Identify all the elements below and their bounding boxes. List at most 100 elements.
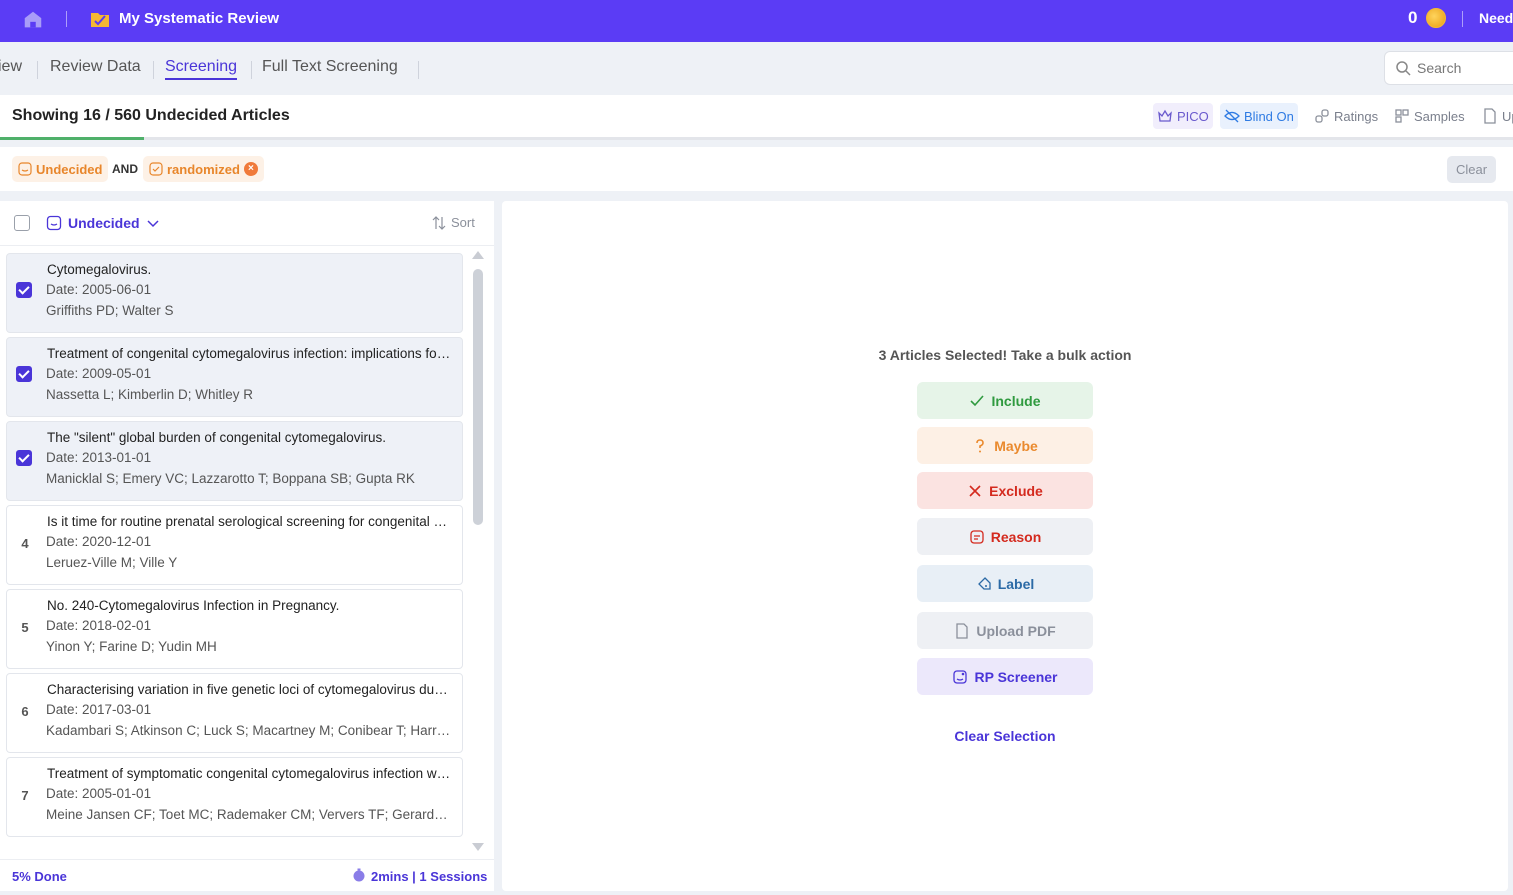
clear-selection-link[interactable]: Clear Selection [502,728,1508,744]
samples-button[interactable]: Samples [1390,103,1469,129]
tag-icon [977,576,991,590]
upload-button[interactable]: Up [1478,103,1513,129]
article-title[interactable]: The "silent" global burden of congenital… [47,430,452,445]
article-date: Date: 2009-05-01 [46,366,152,381]
reason-button[interactable]: Reason [917,518,1093,555]
filter-bar: Undecided AND randomized × Clear [0,147,1513,191]
article-authors: Manicklal S; Emery VC; Lazzarotto T; Bop… [46,471,415,486]
top-bar: My Systematic Review 0 Need [0,0,1513,42]
coin-icon [1426,8,1446,28]
article-title[interactable]: Characterising variation in five genetic… [47,682,452,697]
ratings-button[interactable]: Ratings [1310,103,1382,129]
search-input[interactable]: Search [1417,60,1461,76]
divider [1462,11,1463,27]
list-footer: 5% Done 2mins | 1 Sessions [0,859,494,891]
tab-full-text-screening[interactable]: Full Text Screening [262,58,398,76]
list-item[interactable]: Treatment of congenital cytomegalovirus … [6,337,463,417]
article-date: Date: 2017-03-01 [46,702,152,717]
article-authors: Yinon Y; Farine D; Yudin MH [46,639,217,654]
article-title[interactable]: No. 240-Cytomegalovirus Infection in Pre… [47,598,452,613]
question-icon [976,438,985,452]
article-checkbox[interactable] [16,366,32,382]
filter-joiner: AND [112,162,138,176]
progress-done-text: 5% Done [12,869,67,884]
pdf-icon [1484,108,1496,124]
pico-label: PICO [1177,108,1209,124]
close-icon [969,484,981,497]
session-time-text: 2mins | 1 Sessions [371,869,488,884]
pdf-icon [956,622,968,639]
progress-fill [0,137,144,140]
include-label: Include [991,392,1041,409]
sort-button[interactable]: Sort [451,215,475,230]
divider [153,61,154,79]
tab-screening[interactable]: Screening [165,58,238,80]
tab-review-data[interactable]: Review Data [50,58,141,76]
article-count: Showing 16 / 560 Undecided Articles [12,107,290,124]
ratings-label: Ratings [1334,108,1379,124]
scrollbar[interactable] [472,251,484,851]
maybe-label: Maybe [994,437,1038,454]
bulk-action-panel: 3 Articles Selected! Take a bulk action … [502,201,1508,891]
check-icon [149,162,163,176]
chevron-down-icon[interactable] [145,215,161,231]
label-button[interactable]: Label [917,565,1093,602]
select-all-checkbox[interactable] [14,215,30,231]
rp-screener-button[interactable]: RP Screener [917,658,1093,695]
divider [37,61,38,79]
search-icon [1396,61,1411,76]
article-authors: Leruez-Ville M; Ville Y [46,555,178,570]
article-title[interactable]: Treatment of symptomatic congenital cyto… [47,766,452,781]
exclude-label: Exclude [989,482,1043,499]
scrollbar-thumb[interactable] [473,269,483,525]
rp-screener-label: RP Screener [974,668,1058,685]
project-title[interactable]: My Systematic Review [119,10,279,27]
blind-label: Blind On [1244,108,1294,124]
list-item[interactable]: The "silent" global burden of congenital… [6,421,463,501]
article-authors: Meine Jansen CF; Toet MC; Rademaker CM; … [46,807,451,822]
upload-pdf-button[interactable]: Upload PDF [917,612,1093,649]
timer-icon [353,868,365,882]
list-item[interactable]: 4 Is it time for routine prenatal serolog… [6,505,463,585]
list-item[interactable]: Cytomegalovirus. Date: 2005-06-01 Griffith… [6,253,463,333]
article-checkbox[interactable] [16,450,32,466]
remove-filter-icon[interactable]: × [243,162,258,176]
status-dropdown[interactable]: Undecided [68,215,140,231]
clear-filters-button[interactable]: Clear [1447,156,1496,183]
note-icon [970,529,984,544]
article-checkbox[interactable] [16,282,32,298]
robot-icon [953,669,968,684]
reason-label: Reason [990,528,1042,545]
filter-chip-undecided[interactable]: Undecided [12,156,109,182]
article-title[interactable]: Treatment of congenital cytomegalovirus … [47,346,452,361]
pico-button[interactable]: PICO [1153,103,1213,129]
list-header: Undecided Sort [0,201,494,246]
upload-label: Up [1502,108,1513,124]
list-item[interactable]: 6 Characterising variation in five geneti… [6,673,463,753]
blind-toggle-button[interactable]: Blind On [1220,103,1298,129]
folder-icon [91,13,109,27]
article-date: Date: 2020-12-01 [46,534,152,549]
article-title[interactable]: Is it time for routine prenatal serologi… [47,514,452,529]
article-date: Date: 2005-01-01 [46,786,152,801]
tab-overview[interactable]: iew [0,58,22,76]
list-item[interactable]: 5 No. 240-Cytomegalovirus Infection in Pr… [6,589,463,669]
need-help-link[interactable]: Need [1479,10,1513,26]
include-button[interactable]: Include [917,382,1093,419]
home-icon[interactable] [22,9,44,31]
search-box[interactable]: Search [1384,51,1513,85]
article-authors: Kadambari S; Atkinson C; Luck S; Macartn… [46,723,451,738]
screening-header: Showing 16 / 560 Undecided Articles PICO… [0,95,1513,140]
scroll-up-arrow[interactable] [472,251,484,259]
undecided-icon [18,162,32,176]
tab-bar: iew Review Data Screening Full Text Scre… [0,42,1513,95]
article-title[interactable]: Cytomegalovirus. [47,262,452,277]
exclude-button[interactable]: Exclude [917,472,1093,509]
filter-chip-randomized[interactable]: randomized × [143,156,264,182]
scroll-down-arrow[interactable] [472,843,484,851]
article-date: Date: 2005-06-01 [46,282,152,297]
chip-label: randomized [167,161,240,177]
maybe-button[interactable]: Maybe [917,427,1093,464]
sort-icon [432,216,446,230]
list-item[interactable]: 7 Treatment of symptomatic congenital cyt… [6,757,463,837]
